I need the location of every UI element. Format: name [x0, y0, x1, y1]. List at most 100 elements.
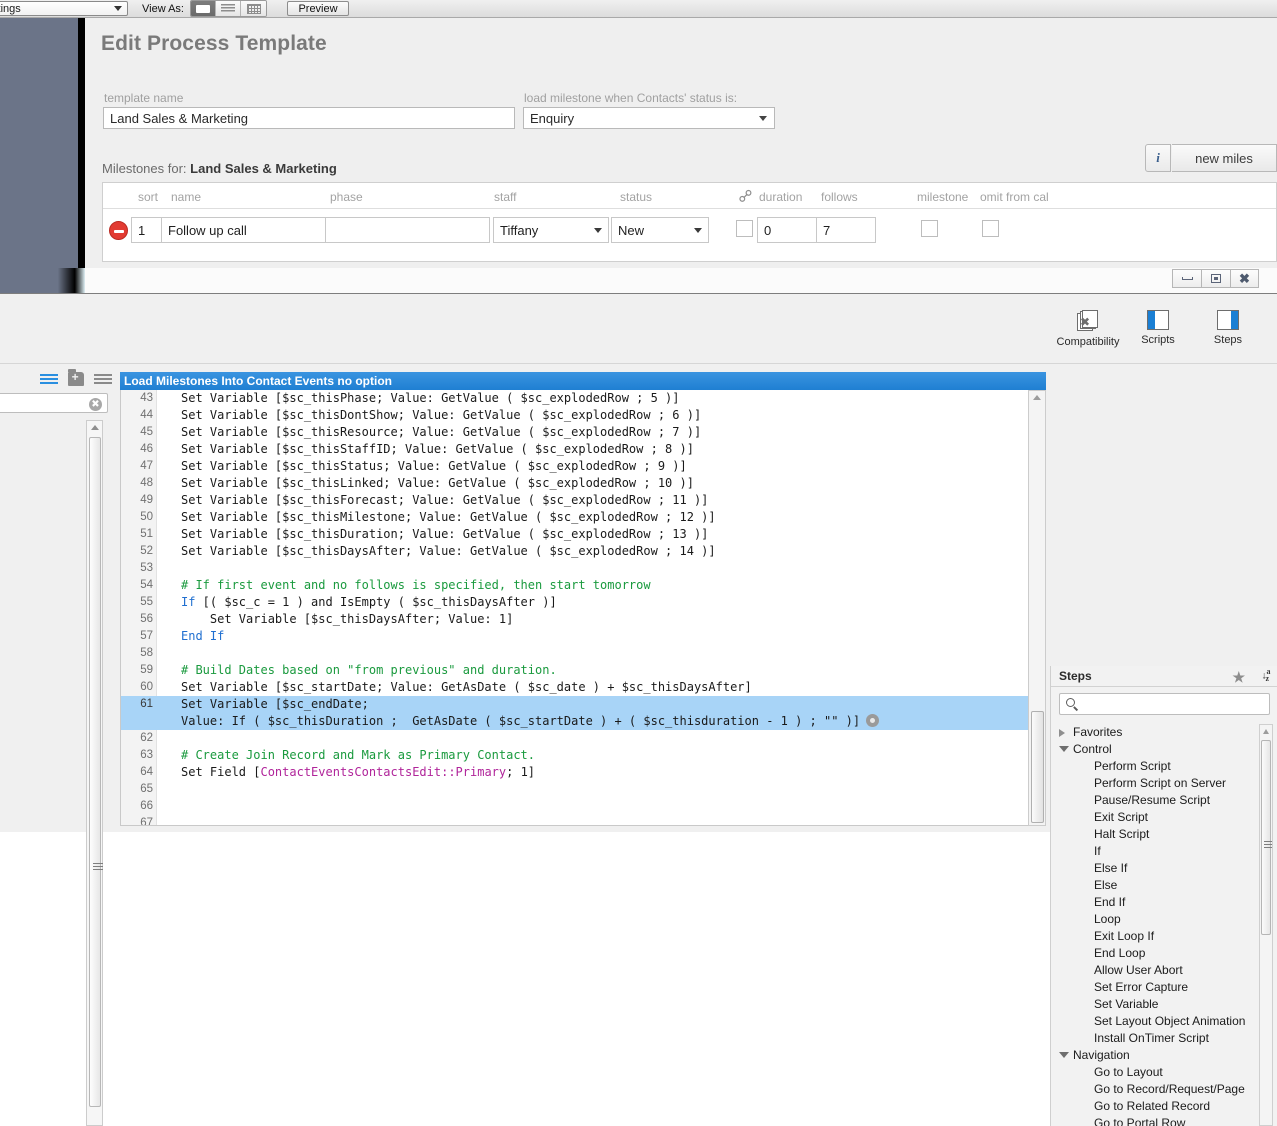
script-line[interactable]: 66 [121, 798, 1045, 815]
script-line[interactable]: 59 # Build Dates based on "from previous"… [121, 662, 1045, 679]
steps-group-favorites[interactable]: Favorites [1051, 724, 1261, 741]
step-item[interactable]: Go to Layout [1051, 1064, 1261, 1081]
line-number: 66 [140, 800, 153, 812]
step-item[interactable]: Go to Related Record [1051, 1098, 1261, 1115]
sort-az-icon[interactable]: ↓az [1261, 668, 1270, 683]
step-item[interactable]: Loop [1051, 911, 1261, 928]
script-line[interactable]: 64 Set Field [ContactEventsContactsEdit::… [121, 764, 1045, 781]
load-milestone-select[interactable]: Enquiry [523, 107, 775, 129]
close-button[interactable]: ✖ [1230, 269, 1259, 288]
step-item[interactable]: Set Error Capture [1051, 979, 1261, 996]
checkbox-link[interactable] [736, 220, 753, 237]
script-code-area[interactable]: 43 Set Variable [$sc_thisPhase; Value: Ge… [120, 390, 1046, 826]
steps-group-control[interactable]: Control [1051, 741, 1261, 758]
new-folder-icon[interactable] [67, 369, 85, 386]
script-line[interactable]: 56 Set Variable [$sc_thisDaysAfter; Valu… [121, 611, 1045, 628]
preview-button[interactable]: Preview [287, 1, 349, 16]
remove-row-icon[interactable] [109, 221, 128, 240]
cell-name[interactable]: Follow up call [161, 217, 339, 243]
step-item[interactable]: Go to Portal Row [1051, 1115, 1261, 1126]
list-lines-icon[interactable] [40, 373, 58, 385]
scrollbar-thumb[interactable] [1261, 740, 1272, 935]
script-line[interactable]: 58 [121, 645, 1045, 662]
minimize-button[interactable] [1172, 269, 1201, 288]
scripts-list-scrollbar[interactable] [86, 420, 103, 1126]
scrollbar-thumb[interactable] [1031, 711, 1044, 823]
scroll-up-icon[interactable] [1033, 395, 1041, 400]
scroll-up-icon[interactable] [1263, 729, 1269, 734]
step-item[interactable]: Halt Script [1051, 826, 1261, 843]
scroll-up-icon[interactable] [91, 425, 99, 430]
gear-icon[interactable] [866, 714, 880, 727]
step-item[interactable]: Perform Script [1051, 758, 1261, 775]
column-header-phase: phase [330, 190, 363, 204]
script-line[interactable]: 51 Set Variable [$sc_thisDuration; Value:… [121, 526, 1045, 543]
step-item[interactable]: Exit Script [1051, 809, 1261, 826]
cell-phase[interactable] [325, 217, 490, 243]
step-item[interactable]: Set Variable [1051, 996, 1261, 1013]
line-text: If [( $sc_c = 1 ) and IsEmpty ( $sc_this… [181, 595, 557, 609]
step-item[interactable]: If [1051, 843, 1261, 860]
step-item[interactable]: Pause/Resume Script [1051, 792, 1261, 809]
script-line[interactable]: 48 Set Variable [$sc_thisLinked; Value: G… [121, 475, 1045, 492]
script-line[interactable]: 45 Set Variable [$sc_thisResource; Value:… [121, 424, 1045, 441]
cell-status[interactable]: New [611, 217, 709, 243]
code-vertical-scrollbar[interactable] [1028, 390, 1046, 826]
script-line[interactable]: 57 End If [121, 628, 1045, 645]
step-item[interactable]: End Loop [1051, 945, 1261, 962]
scrollbar-thumb[interactable] [89, 437, 103, 1107]
script-line[interactable]: 65 [121, 781, 1045, 798]
script-line[interactable]: 63 # Create Join Record and Mark as Prima… [121, 747, 1045, 764]
script-line[interactable]: 52 Set Variable [$sc_thisDaysAfter; Value… [121, 543, 1045, 560]
checkbox-omit-from-cal[interactable] [982, 220, 999, 237]
script-line[interactable]: 60 Set Variable [$sc_startDate; Value: Ge… [121, 679, 1045, 696]
step-item[interactable]: Allow User Abort [1051, 962, 1261, 979]
view-as-table-button[interactable] [241, 1, 266, 16]
steps-scrollbar[interactable] [1259, 724, 1273, 1126]
script-line[interactable]: 62 [121, 730, 1045, 747]
info-button[interactable]: i [1145, 144, 1171, 172]
step-item[interactable]: Perform Script on Server [1051, 775, 1261, 792]
compatibility-button[interactable]: ✖ Compatibility [1052, 310, 1124, 348]
search-icon [1066, 698, 1075, 707]
step-item[interactable]: Set Layout Object Animation [1051, 1013, 1261, 1030]
layout-select[interactable]: Settings [0, 1, 128, 16]
line-number: 52 [140, 545, 153, 557]
clear-search-icon[interactable]: ✖ [89, 398, 102, 411]
step-item[interactable]: Install OnTimer Script [1051, 1030, 1261, 1047]
template-name-input[interactable]: Land Sales & Marketing [103, 107, 515, 129]
maximize-button[interactable] [1201, 269, 1230, 288]
new-milestone-button[interactable]: new miles [1172, 144, 1277, 172]
script-line[interactable]: 61 Set Variable [$sc_endDate; [121, 696, 1045, 713]
script-line[interactable]: 55 If [( $sc_c = 1 ) and IsEmpty ( $sc_th… [121, 594, 1045, 611]
star-icon[interactable]: ★ [1232, 669, 1245, 686]
cell-follows[interactable]: 7 [816, 217, 876, 243]
scripts-search-input[interactable]: ✖ [0, 393, 108, 413]
steps-search-input[interactable] [1059, 693, 1270, 715]
script-line[interactable]: 50 Set Variable [$sc_thisMilestone; Value… [121, 509, 1045, 526]
script-line[interactable]: 53 [121, 560, 1045, 577]
step-item[interactable]: Else [1051, 877, 1261, 894]
cell-staff[interactable]: Tiffany [493, 217, 609, 243]
list-lines-gray-icon[interactable] [94, 373, 112, 385]
script-line[interactable]: 49 Set Variable [$sc_thisForecast; Value:… [121, 492, 1045, 509]
step-item[interactable]: End If [1051, 894, 1261, 911]
step-item[interactable]: Go to Record/Request/Page [1051, 1081, 1261, 1098]
step-item[interactable]: Else If [1051, 860, 1261, 877]
scripts-button[interactable]: Scripts [1122, 310, 1194, 346]
script-line[interactable]: 47 Set Variable [$sc_thisStatus; Value: G… [121, 458, 1045, 475]
script-line[interactable]: 44 Set Variable [$sc_thisDontShow; Value:… [121, 407, 1045, 424]
script-line[interactable]: 67 [121, 815, 1045, 825]
steps-group-navigation[interactable]: Navigation [1051, 1047, 1261, 1064]
cell-duration[interactable]: 0 [757, 217, 817, 243]
script-line[interactable]: Value: If ( $sc_thisDuration ; GetAsDate… [121, 713, 1045, 730]
script-line[interactable]: 43 Set Variable [$sc_thisPhase; Value: Ge… [121, 390, 1045, 407]
checkbox-milestone[interactable] [921, 220, 938, 237]
line-number: 43 [140, 392, 153, 404]
view-as-list-button[interactable] [216, 1, 241, 16]
view-as-form-button[interactable] [191, 1, 216, 16]
script-line[interactable]: 54 # If first event and no follows is spe… [121, 577, 1045, 594]
step-item[interactable]: Exit Loop If [1051, 928, 1261, 945]
steps-button[interactable]: Steps [1192, 310, 1264, 346]
script-line[interactable]: 46 Set Variable [$sc_thisStaffID; Value: … [121, 441, 1045, 458]
